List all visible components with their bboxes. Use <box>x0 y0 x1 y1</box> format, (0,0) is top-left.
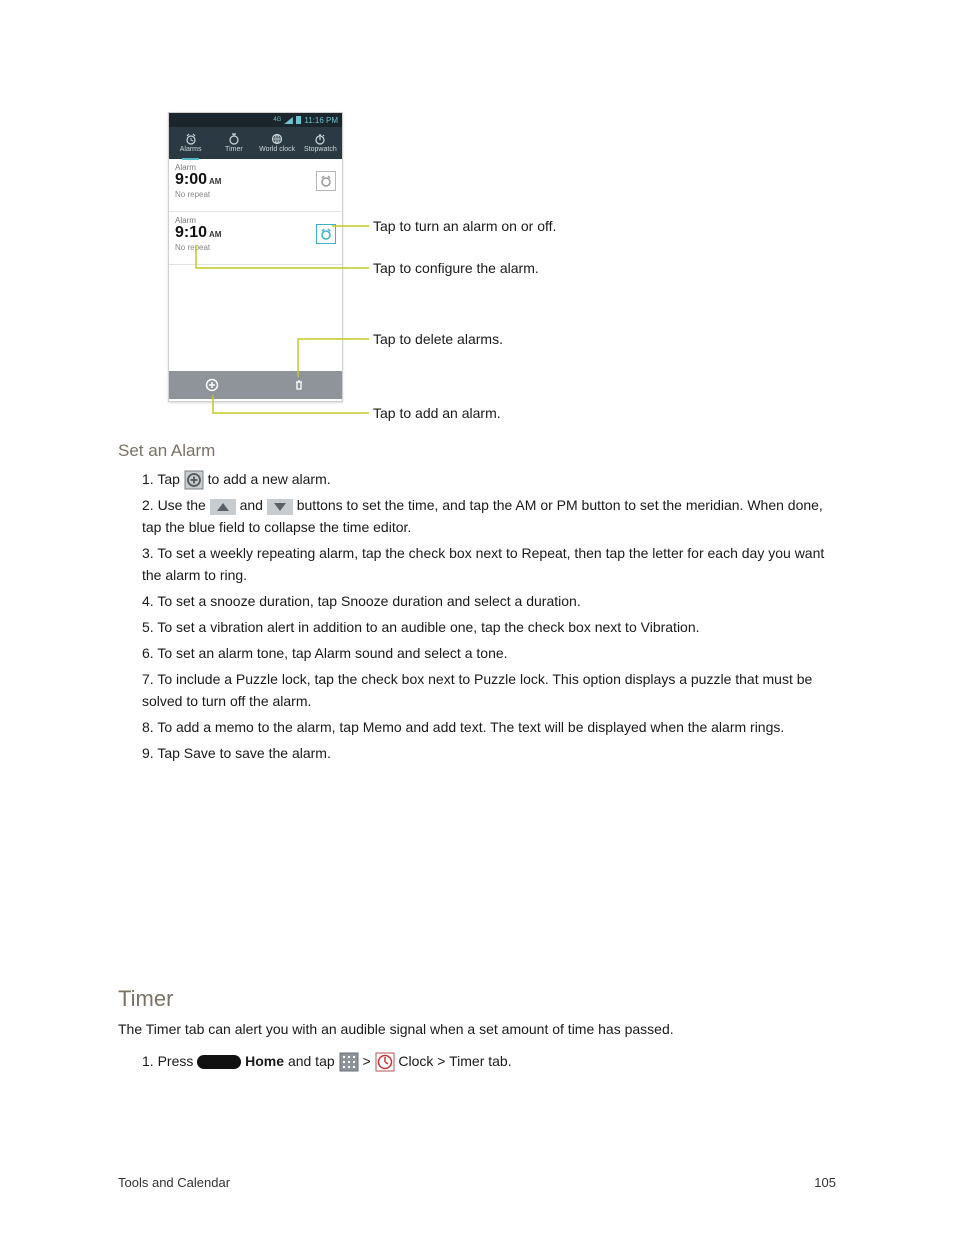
plus-circle-icon <box>205 378 219 392</box>
tab-stopwatch[interactable]: Stopwatch <box>299 127 342 159</box>
add-alarm-button[interactable] <box>169 371 256 399</box>
tab-timer[interactable]: Timer <box>212 127 255 159</box>
callout-toggle: Tap to turn an alarm on or off. <box>373 218 556 234</box>
network-4g-indicator: 4G <box>273 117 281 123</box>
callout-delete: Tap to delete alarms. <box>373 331 503 347</box>
down-arrow-button-icon <box>267 499 293 515</box>
step-4: 4. To set a snooze duration, tap Snooze … <box>142 590 838 612</box>
step-9: 9. Tap Save to save the alarm. <box>142 742 838 764</box>
alarm-row[interactable]: Alarm 9:00AM No repeat <box>169 159 342 212</box>
clock-outline-icon <box>320 175 332 187</box>
step-8: 8. To add a memo to the alarm, tap Memo … <box>142 716 838 738</box>
alarm-time: 9:00AM <box>175 172 336 190</box>
timer-step-1: 1. Press Home and tap > Clock > Timer ta… <box>142 1050 838 1072</box>
apps-grid-icon <box>339 1052 359 1072</box>
up-arrow-button-icon <box>210 499 236 515</box>
tab-alarms[interactable]: Alarms <box>169 127 212 159</box>
delete-alarm-button[interactable] <box>256 371 343 399</box>
alarm-row[interactable]: Alarm 9:10AM No repeat <box>169 212 342 265</box>
trash-icon <box>292 378 306 392</box>
alarm-icon <box>185 133 197 145</box>
callout-configure: Tap to configure the alarm. <box>373 260 539 276</box>
alarm-list: Alarm 9:00AM No repeat Alarm 9:10AM No r… <box>169 159 342 371</box>
step-2: 2. Use the and buttons to set the time, … <box>142 494 838 538</box>
heading-timer: Timer <box>118 988 838 1010</box>
clock-app-icon <box>375 1052 395 1072</box>
home-key-icon <box>197 1055 241 1069</box>
callout-add: Tap to add an alarm. <box>373 405 501 421</box>
globe-icon <box>271 133 283 145</box>
step-6: 6. To set an alarm tone, tap Alarm sound… <box>142 642 838 664</box>
stopwatch-icon <box>314 133 326 145</box>
alarm-toggle-on[interactable] <box>316 224 336 244</box>
battery-icon <box>296 116 301 124</box>
tab-timer-label: Timer <box>225 146 243 153</box>
phone-screenshot: 4G 11:16 PM Alarms Timer World clock Sto… <box>168 112 343 402</box>
alarm-repeat: No repeat <box>175 190 336 199</box>
heading-set-alarm: Set an Alarm <box>118 440 838 462</box>
tab-stopwatch-label: Stopwatch <box>304 146 337 153</box>
plus-box-icon <box>184 470 204 490</box>
status-bar: 4G 11:16 PM <box>169 113 342 127</box>
footer-page: 105 <box>814 1175 836 1190</box>
clock-on-icon <box>320 228 332 240</box>
status-time: 11:16 PM <box>304 116 338 125</box>
alarm-toggle-off[interactable] <box>316 171 336 191</box>
footer-section: Tools and Calendar <box>118 1175 230 1190</box>
timer-icon <box>228 133 240 145</box>
timer-intro: The Timer tab can alert you with an audi… <box>118 1018 838 1040</box>
step-5: 5. To set a vibration alert in addition … <box>142 616 838 638</box>
tab-worldclock-label: World clock <box>259 146 295 153</box>
alarm-repeat: No repeat <box>175 243 336 252</box>
step-3: 3. To set a weekly repeating alarm, tap … <box>142 542 838 586</box>
step-1: 1. Tap to add a new alarm. <box>142 468 838 490</box>
bottom-bar <box>169 371 342 399</box>
tab-alarms-label: Alarms <box>180 146 202 153</box>
app-tabs: Alarms Timer World clock Stopwatch <box>169 127 342 159</box>
signal-icon <box>284 117 293 124</box>
tab-worldclock[interactable]: World clock <box>256 127 299 159</box>
alarm-time: 9:10AM <box>175 225 336 243</box>
step-7: 7. To include a Puzzle lock, tap the che… <box>142 668 838 712</box>
